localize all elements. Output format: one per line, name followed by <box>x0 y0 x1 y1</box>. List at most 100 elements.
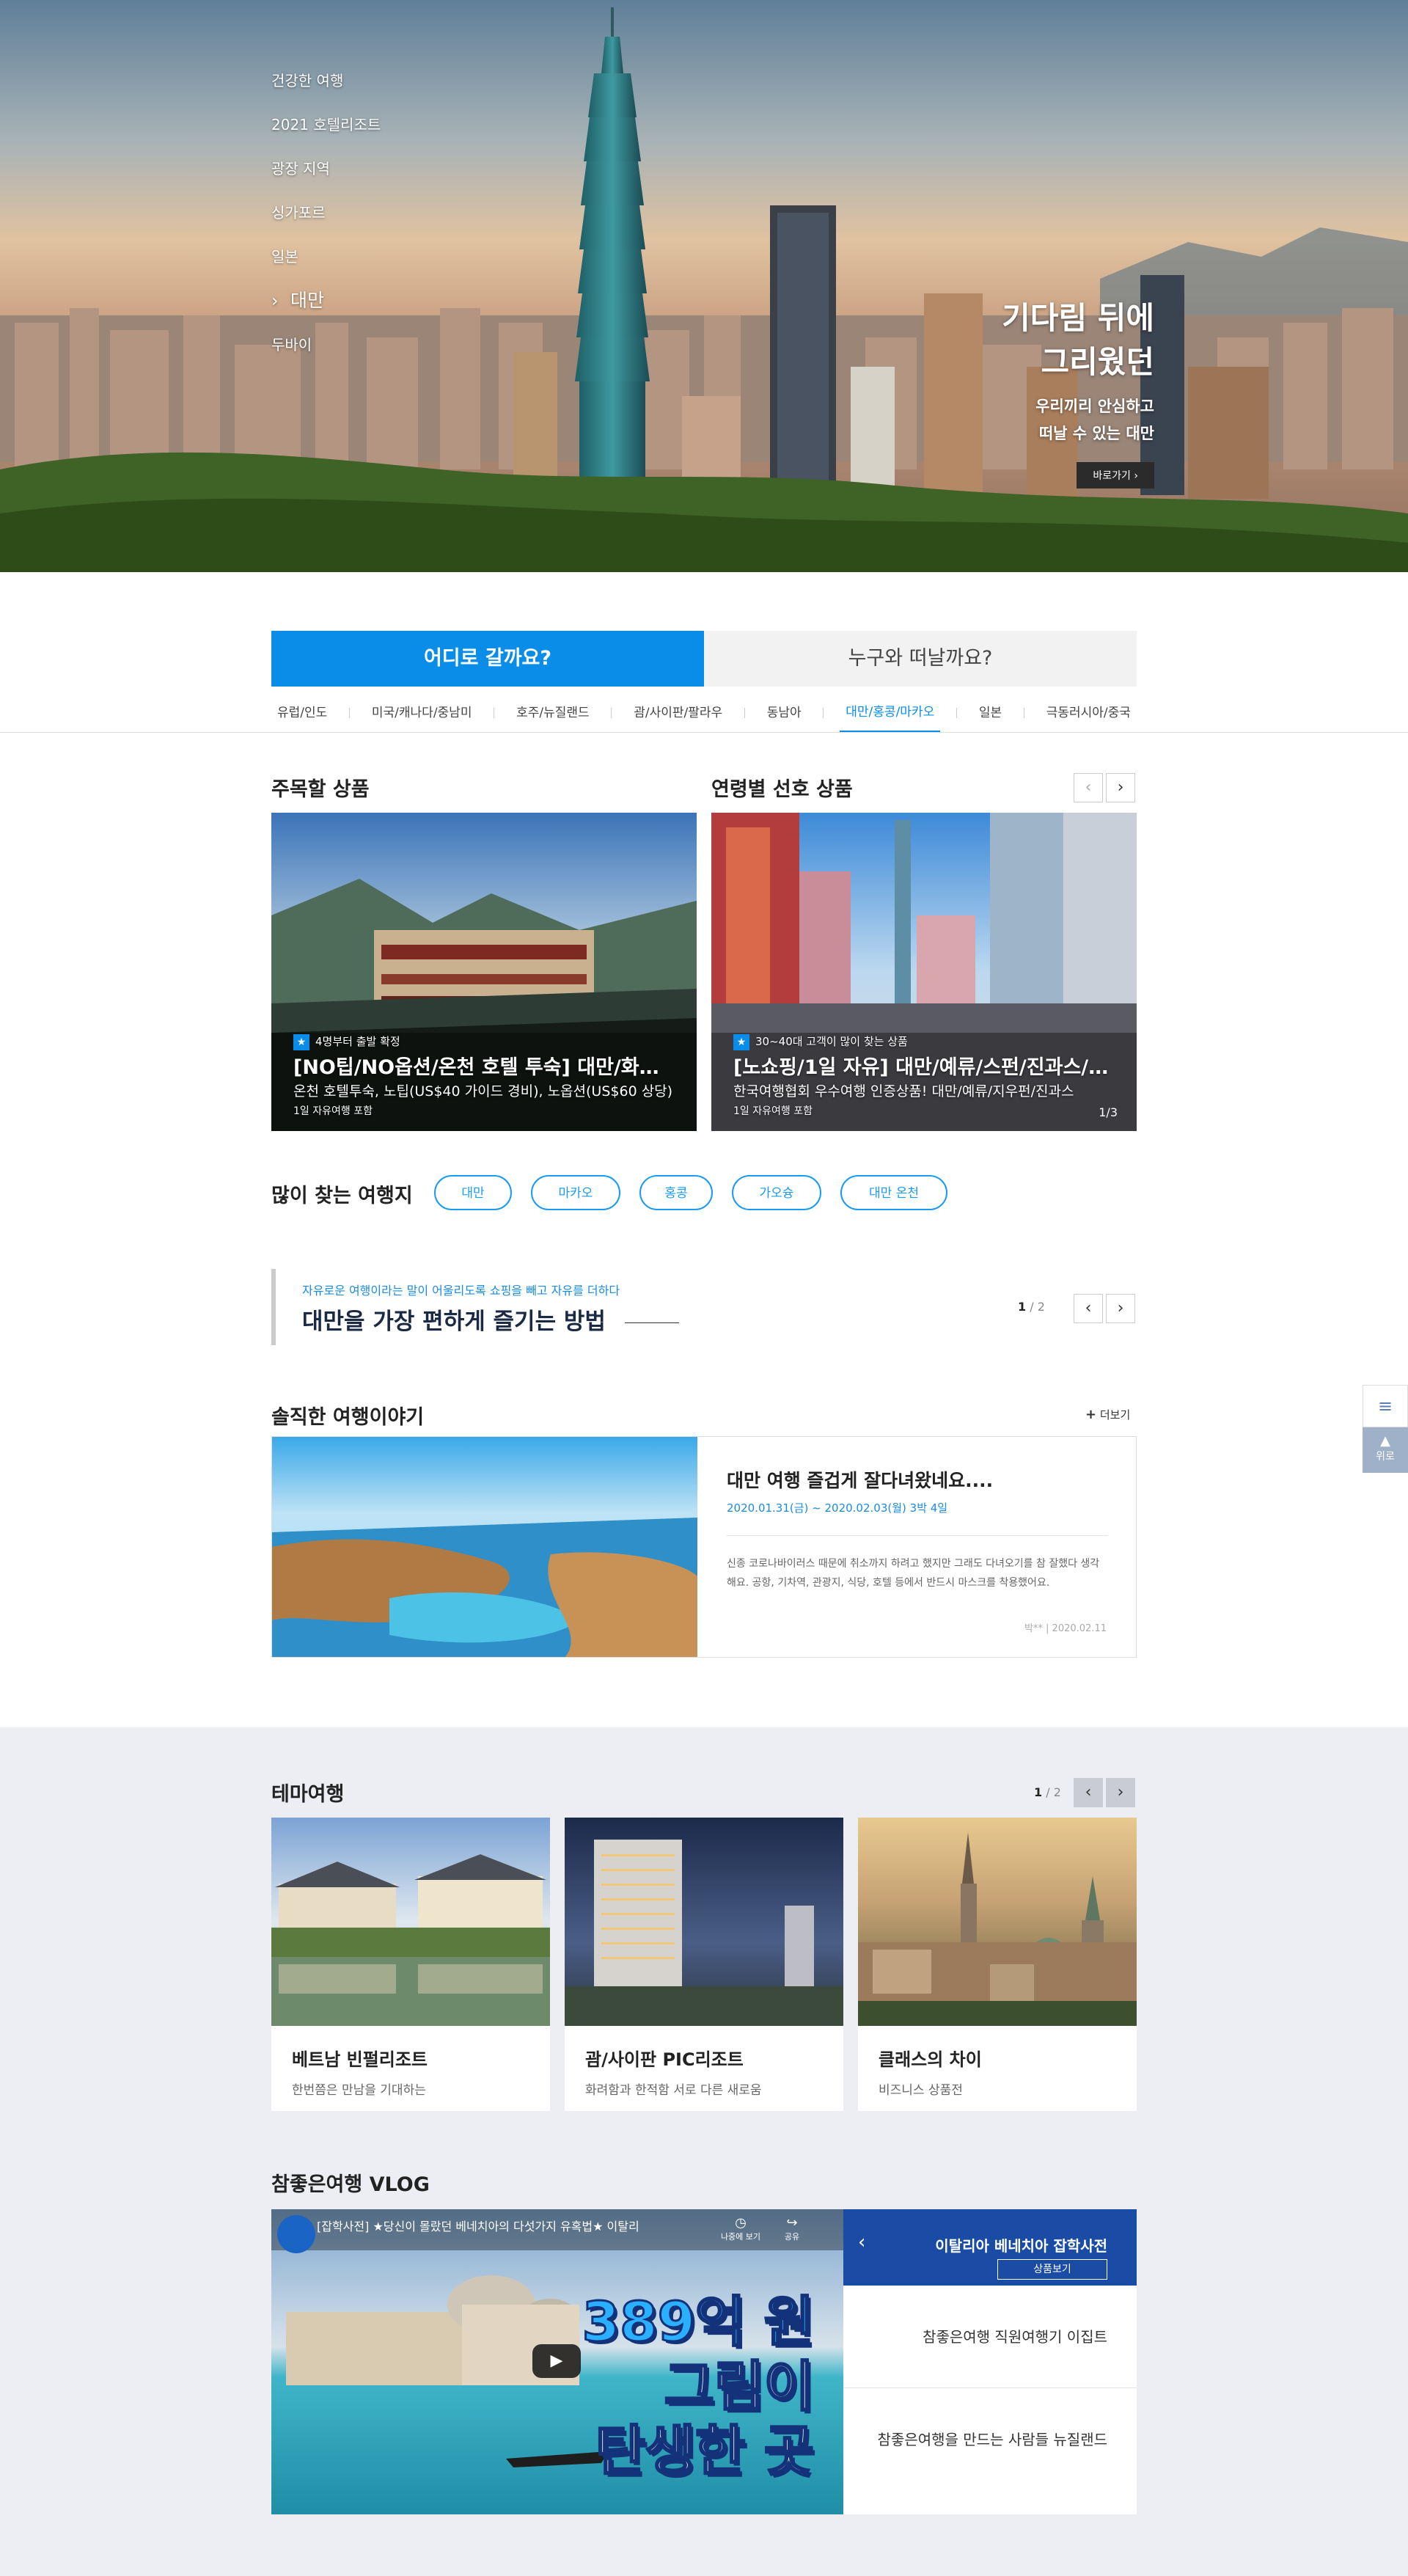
salzburg-city-photo <box>858 1818 1137 2026</box>
featured-card-note: 1일 자유여행 포함 <box>293 1105 373 1117</box>
next-button[interactable]: › <box>1106 1778 1135 1807</box>
popular-destination-pill[interactable]: 마카오 <box>531 1175 620 1210</box>
region-item[interactable]: 괌/사이판/팔라우 <box>628 695 728 731</box>
chevron-left-icon[interactable]: ‹ <box>858 2231 865 2253</box>
theme-card-image <box>565 1818 843 2026</box>
age-tag: 30~40대 고객이 많이 찾는 상품 <box>755 1035 908 1048</box>
popular-destination-pill[interactable]: 대만 온천 <box>840 1175 947 1210</box>
vlog-current: ‹ 이탈리아 베네치아 잡학사전 상품보기 <box>843 2209 1137 2286</box>
page-current: 1 <box>1018 1300 1027 1314</box>
popular-destination-pill[interactable]: 가오슝 <box>732 1175 821 1210</box>
arrow-right-icon <box>624 1322 679 1323</box>
divider <box>956 708 958 718</box>
tab-who[interactable]: 누구와 떠날까요? <box>704 631 1137 687</box>
age-card-title: [노쇼핑/1일 자유] 대만/예류/스펀/진과스/지우펀 4일 <box>733 1056 1115 1079</box>
region-item-active[interactable]: 대만/홍콩/마카오 <box>840 694 941 733</box>
vinpearl-resort-photo <box>271 1818 550 2026</box>
divider <box>0 732 1408 733</box>
vlog-video-player[interactable]: [잡학사전] ★당신이 몰랐던 베네치아의 다섯가지 유혹법★ 이탈리 ◷ 나중에… <box>271 2209 843 2514</box>
share-button[interactable]: ↪ 공유 <box>777 2215 807 2242</box>
theme-card[interactable]: 클래스의 차이 비즈니스 상품전 <box>858 1818 1137 2111</box>
more-link[interactable]: + 더보기 <box>1085 1407 1130 1422</box>
region-item[interactable]: 미국/캐나다/중남미 <box>366 695 478 731</box>
vlog-current-title: 이탈리아 베네치아 잡학사전 <box>935 2237 1107 2255</box>
hero-menu-item[interactable]: 두바이 <box>271 332 462 376</box>
tip-pagination: 1 / 2 <box>1018 1300 1045 1314</box>
theme-card[interactable]: 베트남 빈펄리조트 한번쯤은 만남을 기대하는 <box>271 1818 550 2111</box>
page-current: 1 <box>1034 1785 1043 1799</box>
popular-list: 대만 마카오 홍콩 가오슝 대만 온천 <box>434 1175 947 1210</box>
watch-later-label: 나중에 보기 <box>720 2232 761 2242</box>
side-quick-menu: ≡ ▲ 위로 <box>1363 1385 1408 1473</box>
region-item[interactable]: 유럽/인도 <box>271 695 333 731</box>
age-card[interactable]: ★ 30~40대 고객이 많이 찾는 상품 [노쇼핑/1일 자유] 대만/예류/스… <box>711 813 1137 1131</box>
hero-menu-item-active[interactable]: › 대만 <box>271 288 462 332</box>
featured-title: 주목할 상품 <box>271 778 370 801</box>
chevron-right-icon: › <box>1134 470 1138 482</box>
region-item[interactable]: 일본 <box>973 695 1008 731</box>
scroll-top-button[interactable]: ▲ 위로 <box>1363 1427 1408 1473</box>
play-button[interactable]: ▶ <box>532 2344 581 2378</box>
hero-headline-line2: 그리웠던 <box>1041 344 1154 380</box>
overlay-line1: 389억 원 <box>581 2290 815 2355</box>
next-button[interactable]: › <box>1106 1294 1135 1323</box>
hero-menu-item[interactable]: 2021 호텔리조트 <box>271 111 462 155</box>
age-card-desc: 한국여행협회 우수여행 인증상품! 대만/예류/지우펀/진과스 <box>733 1083 1074 1099</box>
theme-title: 테마여행 <box>271 1783 345 1806</box>
region-item[interactable]: 호주/뉴질랜드 <box>510 695 595 731</box>
pic-resort-photo <box>565 1818 843 2026</box>
divider <box>727 1535 1108 1536</box>
watch-later-button[interactable]: ◷ 나중에 보기 <box>719 2215 763 2242</box>
divider <box>611 708 612 718</box>
view-product-button[interactable]: 상품보기 <box>997 2259 1107 2280</box>
hero-destination-menu: 건강한 여행 2021 호텔리조트 광장 지역 싱가포르 일본 › 대만 두바이 <box>271 67 462 376</box>
menu-icon[interactable]: ≡ <box>1363 1385 1408 1427</box>
theme-card-title: 괌/사이판 PIC리조트 <box>585 2049 744 2070</box>
prev-button[interactable]: ‹ <box>1074 1778 1103 1807</box>
region-item[interactable]: 극동러시아/중국 <box>1041 695 1137 731</box>
hero-go-button[interactable]: 바로가기 › <box>1077 462 1154 489</box>
yehliu-coast-photo <box>272 1437 697 1657</box>
featured-caption: ★ 4명부터 출발 확정 [NO팁/NO옵션/온천 호텔 투숙] 대만/화련 4일… <box>293 1033 675 1121</box>
theme-card-sub: 화려함과 한적함 서로 다른 새로움 <box>585 2083 762 2098</box>
triangle-up-icon: ▲ <box>1380 1433 1390 1449</box>
hero-copy: 기다림 뒤에 그리웠던 우리끼리 안심하고 떠날 수 있는 대만 바로가기 › <box>1002 296 1154 489</box>
theme-card-image <box>271 1818 550 2026</box>
vlog-side-panel: ‹ 이탈리아 베네치아 잡학사전 상품보기 참좋은여행 직원여행기 이집트 참좋… <box>843 2209 1137 2514</box>
taipei-skyline-illustration <box>0 0 1408 572</box>
page-total: / 2 <box>1046 1785 1061 1799</box>
tip-title-link[interactable]: 대만을 가장 편하게 즐기는 방법 <box>302 1303 679 1336</box>
hero-sub-line2: 떠날 수 있는 대만 <box>1038 425 1154 442</box>
vlog-list-item[interactable]: 참좋은여행을 만드는 사람들 뉴질랜드 <box>843 2388 1137 2491</box>
plus-icon: + <box>1085 1407 1097 1422</box>
theme-card-image <box>858 1818 1137 2026</box>
overlay-line3: 탄생한 곳 <box>594 2419 815 2484</box>
next-button[interactable]: › <box>1106 773 1135 802</box>
hero-menu-item[interactable]: 건강한 여행 <box>271 67 462 111</box>
hero-menu-item[interactable]: 광장 지역 <box>271 155 462 200</box>
play-icon: ▶ <box>550 2352 563 2370</box>
prev-button[interactable]: ‹ <box>1074 1294 1103 1323</box>
story-title: 솔직한 여행이야기 <box>271 1406 425 1429</box>
story-card[interactable]: 대만 여행 즐겁게 잘다녀왔네요.... 2020.01.31(금) ~ 202… <box>271 1436 1137 1658</box>
hero-menu-item[interactable]: 일본 <box>271 244 462 288</box>
hero-menu-item[interactable]: 싱가포르 <box>271 200 462 244</box>
theme-card[interactable]: 괌/사이판 PIC리조트 화려함과 한적함 서로 다른 새로움 <box>565 1818 843 2111</box>
tip-title: 대만을 가장 편하게 즐기는 방법 <box>302 1309 606 1335</box>
overlay-line2: 그림이 <box>663 2354 815 2420</box>
popular-destination-pill[interactable]: 홍콩 <box>639 1175 713 1210</box>
story-post-meta: 박** | 2020.02.11 <box>1024 1623 1107 1634</box>
divider <box>823 708 824 718</box>
prev-button[interactable]: ‹ <box>1074 773 1103 802</box>
tab-where[interactable]: 어디로 갈까요? <box>271 631 704 687</box>
age-title: 연령별 선호 상품 <box>711 778 853 801</box>
star-icon: ★ <box>293 1034 309 1050</box>
region-item[interactable]: 동남아 <box>761 695 807 731</box>
vlog-list-item[interactable]: 참좋은여행 직원여행기 이집트 <box>843 2286 1137 2388</box>
featured-card[interactable]: ★ 4명부터 출발 확정 [NO팁/NO옵션/온천 호텔 투숙] 대만/화련 4일… <box>271 813 697 1131</box>
divider <box>744 708 745 718</box>
theme-card-sub: 한번쯤은 만남을 기대하는 <box>292 2083 426 2098</box>
tip-sub: 자유로운 여행이라는 말이 어울리도록 쇼핑을 빼고 자유를 더하다 <box>302 1284 620 1298</box>
popular-destination-pill[interactable]: 대만 <box>434 1175 512 1210</box>
story-post-body: 신종 코로나바이러스 때문에 취소까지 하려고 했지만 그래도 다녀오기를 참 … <box>727 1558 1100 1589</box>
